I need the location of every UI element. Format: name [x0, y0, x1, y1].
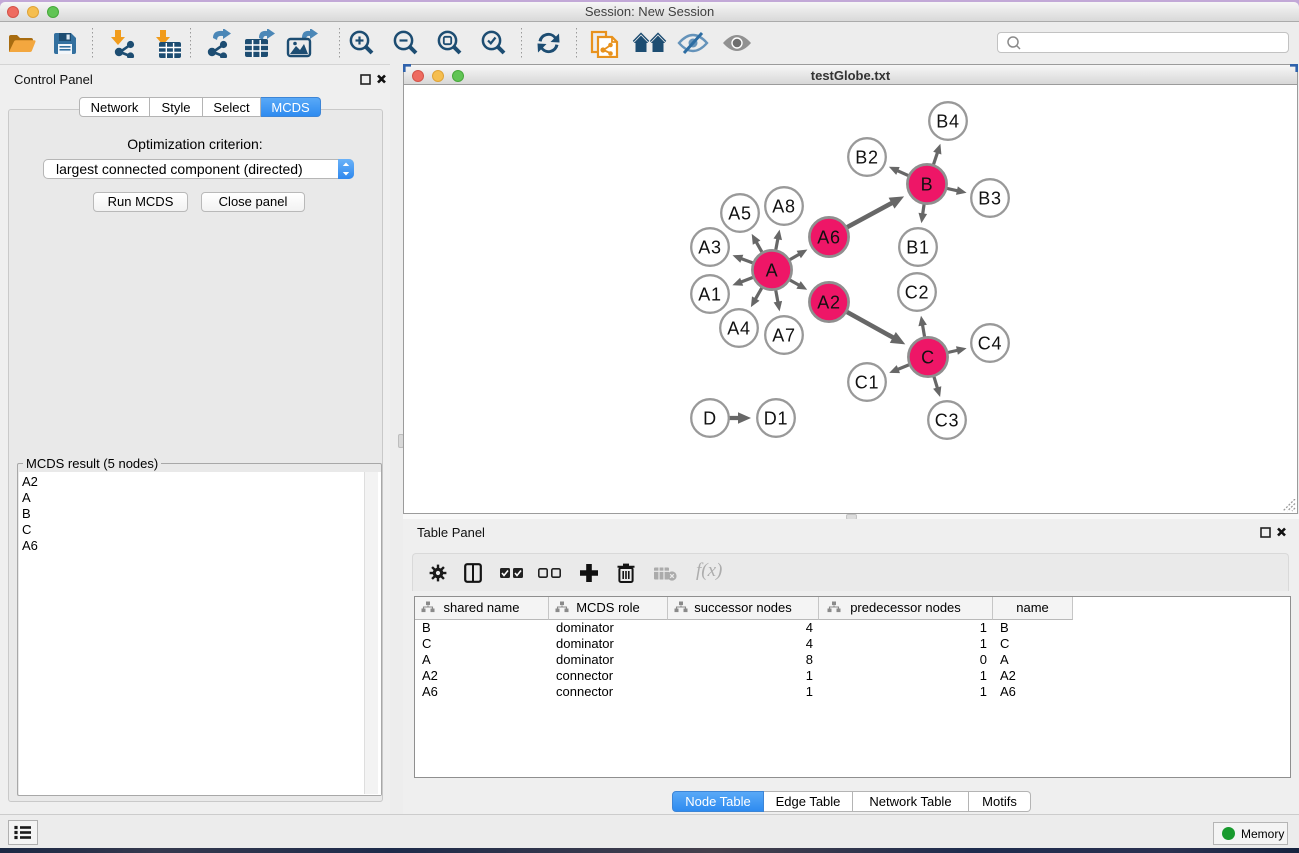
svg-text:A1: A1 — [698, 285, 722, 305]
svg-text:A7: A7 — [772, 326, 796, 346]
svg-text:D: D — [703, 409, 717, 429]
svg-text:C1: C1 — [855, 373, 880, 393]
svg-text:A5: A5 — [728, 204, 752, 224]
svg-text:A2: A2 — [817, 293, 841, 313]
svg-text:C3: C3 — [935, 411, 960, 431]
svg-text:A6: A6 — [817, 228, 841, 248]
svg-text:A: A — [766, 261, 779, 281]
svg-text:A3: A3 — [698, 238, 722, 258]
svg-text:B3: B3 — [978, 189, 1002, 209]
svg-text:C4: C4 — [978, 334, 1003, 354]
svg-text:B1: B1 — [906, 238, 930, 258]
svg-text:B2: B2 — [855, 148, 879, 168]
svg-text:B4: B4 — [936, 112, 960, 132]
svg-text:A4: A4 — [727, 319, 751, 339]
svg-text:C: C — [921, 348, 935, 368]
svg-text:A8: A8 — [772, 197, 796, 217]
svg-text:C2: C2 — [905, 283, 930, 303]
svg-text:D1: D1 — [764, 409, 789, 429]
svg-text:B: B — [921, 175, 934, 195]
